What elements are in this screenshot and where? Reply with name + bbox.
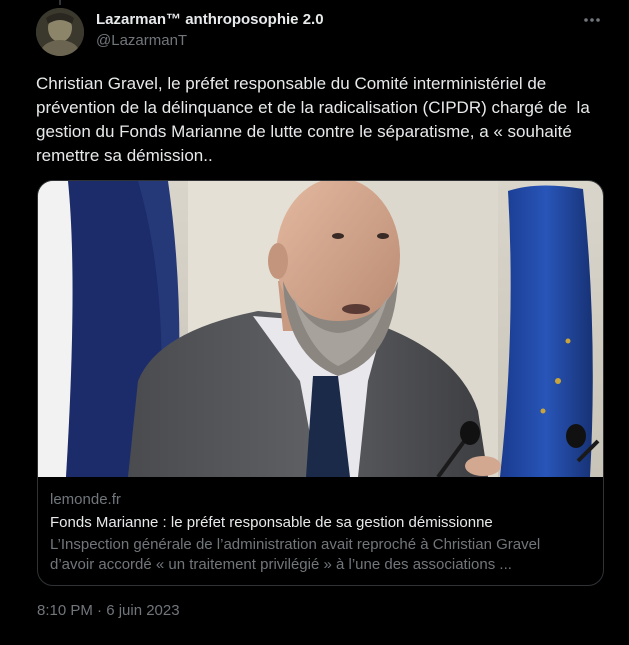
link-card-description-line: L’Inspection générale de l’administratio…	[50, 536, 541, 553]
tweet: Lazarman™ anthroposophie 2.0 @LazarmanT …	[0, 0, 629, 645]
more-horizontal-icon	[584, 18, 600, 22]
avatar-image	[36, 8, 84, 56]
link-card[interactable]: lemonde.fr Fonds Marianne : le préfet re…	[37, 180, 604, 586]
user-handle[interactable]: @LazarmanT	[96, 31, 589, 51]
link-card-description: L’Inspection générale de l’administratio…	[50, 535, 591, 575]
article-photo	[38, 181, 603, 477]
tweet-text: Christian Gravel, le préfet responsable …	[36, 74, 590, 165]
thread-line	[59, 0, 61, 5]
link-card-title: Fonds Marianne : le préfet responsable d…	[50, 514, 493, 531]
link-card-meta: lemonde.fr Fonds Marianne : le préfet re…	[50, 490, 591, 575]
display-name[interactable]: Lazarman™ anthroposophie 2.0	[96, 10, 589, 30]
more-options-button[interactable]	[581, 10, 603, 30]
avatar[interactable]	[36, 8, 84, 56]
link-card-image[interactable]	[38, 181, 603, 477]
tweet-timestamp[interactable]: 8:10 PM · 6 juin 2023	[37, 602, 180, 619]
link-card-description-line: d’avoir accordé « un traitement privilég…	[50, 556, 512, 573]
tweet-header: Lazarman™ anthroposophie 2.0 @LazarmanT	[96, 10, 589, 51]
link-card-domain: lemonde.fr	[50, 491, 121, 508]
